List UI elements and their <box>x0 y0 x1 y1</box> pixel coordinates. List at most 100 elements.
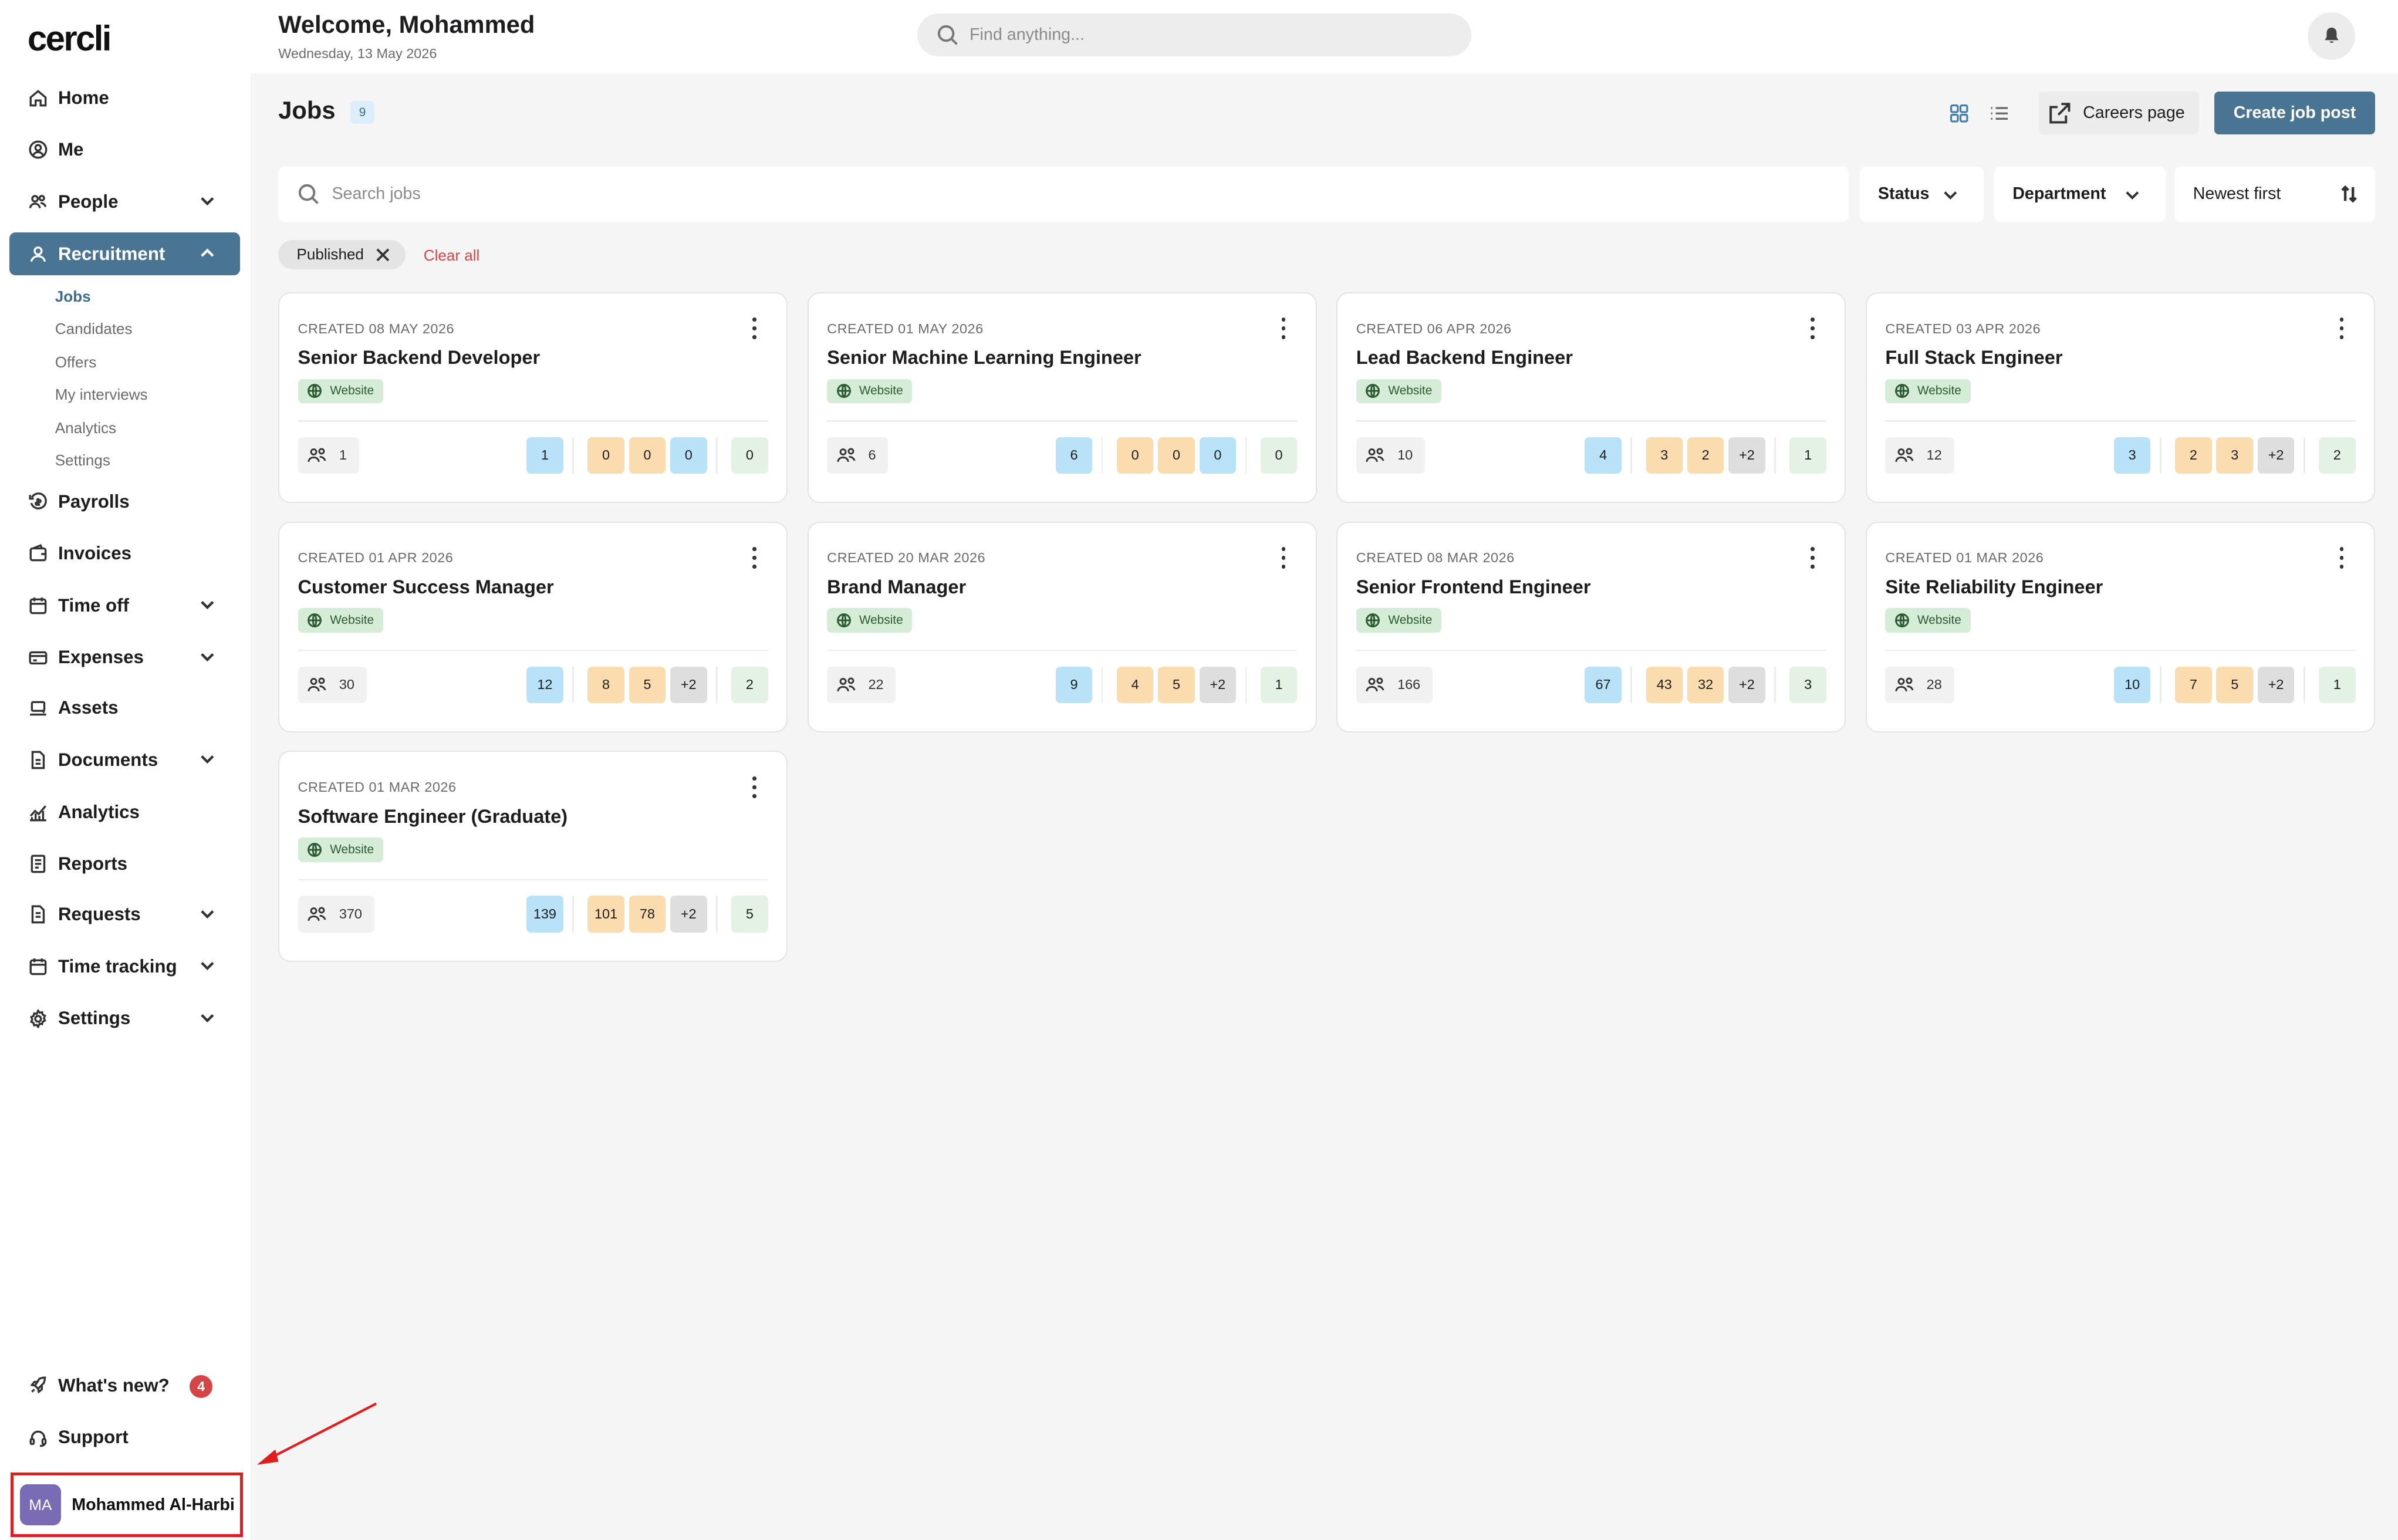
department-filter[interactable]: Department <box>1994 167 2166 222</box>
job-card[interactable]: CREATED 01 MAR 2026 Site Reliability Eng… <box>1866 521 2375 733</box>
sidebar-item-payrolls[interactable]: Payrolls <box>9 480 240 523</box>
job-title[interactable]: Customer Success Manager <box>298 576 554 598</box>
sidebar-item-settings[interactable]: Settings <box>9 997 240 1040</box>
more-options-icon[interactable] <box>1805 318 1820 339</box>
job-card[interactable]: CREATED 03 APR 2026 Full Stack Engineer … <box>1866 292 2375 504</box>
stage-count[interactable]: 4 <box>1116 666 1154 704</box>
job-card[interactable]: CREATED 01 APR 2026 Customer Success Man… <box>278 521 788 733</box>
sidebar-item-whats-new[interactable]: What's new? 4 <box>9 1364 240 1407</box>
applicant-count[interactable]: 22 <box>827 666 896 704</box>
sidebar-item-expenses[interactable]: Expenses <box>9 636 240 679</box>
sidebar-sub-settings[interactable]: Settings <box>55 451 110 470</box>
sidebar-sub-my-interviews[interactable]: My interviews <box>55 386 148 404</box>
stage-count-new[interactable]: 12 <box>526 666 563 704</box>
stage-count-new[interactable]: 67 <box>1585 666 1622 704</box>
sidebar-item-people[interactable]: People <box>9 180 240 223</box>
applicant-count[interactable]: 370 <box>298 896 374 933</box>
more-options-icon[interactable] <box>2334 547 2349 569</box>
notifications-button[interactable] <box>2308 12 2355 60</box>
stage-count-hired[interactable]: 0 <box>1260 437 1298 474</box>
job-card[interactable]: CREATED 06 APR 2026 Lead Backend Enginee… <box>1336 292 1846 504</box>
job-card[interactable]: CREATED 01 MAR 2026 Software Engineer (G… <box>278 751 788 962</box>
job-title[interactable]: Senior Backend Developer <box>298 347 541 369</box>
stage-count-more[interactable]: +2 <box>2257 666 2295 704</box>
stage-count-hired[interactable]: 1 <box>2318 666 2356 704</box>
stage-count[interactable]: 0 <box>1116 437 1154 474</box>
careers-page-button[interactable]: Careers page <box>2038 92 2200 135</box>
create-job-post-button[interactable]: Create job post <box>2214 92 2375 135</box>
stage-count[interactable]: 7 <box>2175 666 2212 704</box>
sidebar-item-time-off[interactable]: Time off <box>9 584 240 627</box>
job-card[interactable]: CREATED 20 MAR 2026 Brand Manager Websit… <box>807 521 1317 733</box>
stage-count-new[interactable]: 10 <box>2113 666 2151 704</box>
more-options-icon[interactable] <box>747 776 762 798</box>
sort-dropdown[interactable]: Newest first <box>2174 167 2375 222</box>
stage-count-hired[interactable]: 2 <box>731 666 768 704</box>
sidebar-item-home[interactable]: Home <box>9 76 240 119</box>
job-card[interactable]: CREATED 01 MAY 2026 Senior Machine Learn… <box>807 292 1317 504</box>
more-options-icon[interactable] <box>1276 547 1291 569</box>
sidebar-item-assets[interactable]: Assets <box>9 687 240 730</box>
chevron-down-icon[interactable] <box>199 192 216 210</box>
filter-chip-published[interactable]: Published <box>278 240 406 269</box>
status-filter[interactable]: Status <box>1859 167 1984 222</box>
applicant-count[interactable]: 12 <box>1885 437 1954 474</box>
stage-count-new[interactable]: 9 <box>1055 666 1093 704</box>
sidebar-item-recruitment[interactable]: Recruitment <box>9 232 241 276</box>
stage-count[interactable]: 0 <box>1158 437 1195 474</box>
stage-count[interactable]: 101 <box>587 896 624 933</box>
more-options-icon[interactable] <box>1276 318 1291 339</box>
applicant-count[interactable]: 1 <box>298 437 359 474</box>
sidebar-item-invoices[interactable]: Invoices <box>9 532 240 575</box>
chevron-down-icon[interactable] <box>199 906 216 923</box>
stage-count[interactable]: 5 <box>629 666 666 704</box>
app-logo[interactable]: cercli <box>28 18 112 59</box>
stage-count[interactable]: 0 <box>587 437 624 474</box>
grid-view-button[interactable] <box>1947 101 1971 126</box>
jobs-search[interactable] <box>278 167 1849 222</box>
stage-count-new[interactable]: 1 <box>526 437 563 474</box>
sidebar-item-support[interactable]: Support <box>9 1416 240 1459</box>
sidebar-item-reports[interactable]: Reports <box>9 843 240 886</box>
stage-count-more[interactable]: 0 <box>670 437 707 474</box>
list-view-button[interactable] <box>1987 101 2011 126</box>
sidebar-sub-offers[interactable]: Offers <box>55 353 96 372</box>
sidebar-sub-candidates[interactable]: Candidates <box>55 320 133 338</box>
sidebar-sub-jobs[interactable]: Jobs <box>55 288 91 306</box>
stage-count-new[interactable]: 4 <box>1585 437 1622 474</box>
stage-count[interactable]: 32 <box>1687 666 1724 704</box>
stage-count-new[interactable]: 139 <box>526 896 563 933</box>
stage-count[interactable]: 2 <box>2175 437 2212 474</box>
stage-count[interactable]: 0 <box>629 437 666 474</box>
stage-count[interactable]: 78 <box>629 896 666 933</box>
sidebar-item-time-tracking[interactable]: Time tracking <box>9 945 240 988</box>
stage-count-more[interactable]: +2 <box>670 666 707 704</box>
applicant-count[interactable]: 166 <box>1356 666 1433 704</box>
job-title[interactable]: Full Stack Engineer <box>1885 347 2062 369</box>
global-search-input[interactable] <box>970 25 1428 45</box>
sidebar-sub-analytics[interactable]: Analytics <box>55 419 116 437</box>
stage-count[interactable]: 8 <box>587 666 624 704</box>
sidebar-item-requests[interactable]: Requests <box>9 893 240 936</box>
chevron-up-icon[interactable] <box>199 245 216 262</box>
stage-count[interactable]: 2 <box>1687 437 1724 474</box>
sidebar-item-analytics[interactable]: Analytics <box>9 791 240 833</box>
stage-count-hired[interactable]: 2 <box>2318 437 2356 474</box>
job-title[interactable]: Senior Frontend Engineer <box>1356 576 1591 598</box>
job-title[interactable]: Brand Manager <box>827 576 966 598</box>
sidebar-item-me[interactable]: Me <box>9 129 240 171</box>
job-title[interactable]: Lead Backend Engineer <box>1356 347 1573 369</box>
applicant-count[interactable]: 6 <box>827 437 889 474</box>
chevron-down-icon[interactable] <box>199 1009 216 1026</box>
sidebar-item-documents[interactable]: Documents <box>9 739 240 782</box>
chevron-down-icon[interactable] <box>199 957 216 974</box>
more-options-icon[interactable] <box>747 547 762 569</box>
more-options-icon[interactable] <box>747 318 762 339</box>
close-icon[interactable] <box>374 246 391 264</box>
stage-count-more[interactable]: +2 <box>1199 666 1237 704</box>
stage-count-more[interactable]: +2 <box>2257 437 2295 474</box>
stage-count[interactable]: 3 <box>1646 437 1683 474</box>
more-options-icon[interactable] <box>2334 318 2349 339</box>
stage-count-hired[interactable]: 1 <box>1260 666 1298 704</box>
stage-count-new[interactable]: 6 <box>1055 437 1093 474</box>
